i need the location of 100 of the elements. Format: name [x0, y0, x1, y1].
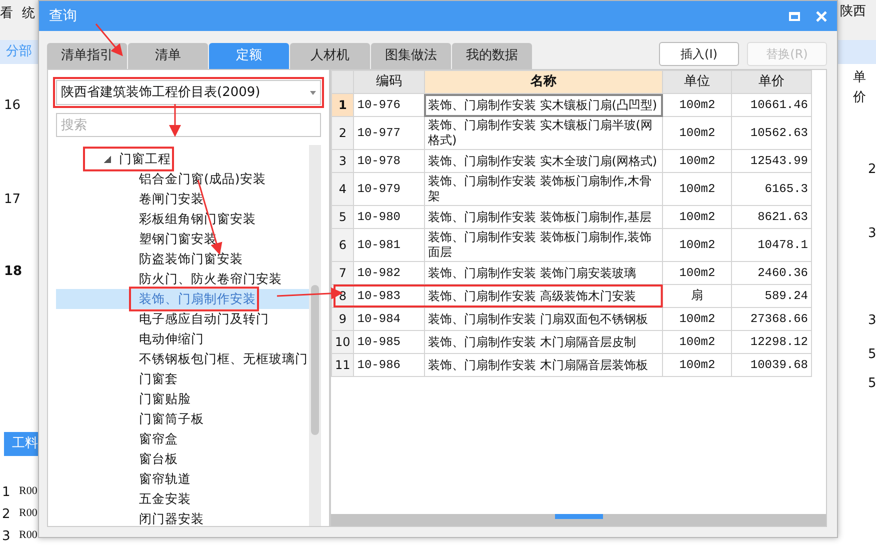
- table-cell: 100m2: [662, 150, 732, 172]
- table-cell: 装饰、门扇制作安装 实木镶板门扇半玻(网格式): [424, 116, 663, 150]
- table-cell: 10562.63: [732, 116, 812, 150]
- tab[interactable]: 清单指引: [47, 43, 127, 69]
- table-cell: 27368.66: [732, 308, 812, 330]
- table-cell: 6165.3: [732, 172, 812, 206]
- column-header: 单价: [853, 69, 867, 106]
- tree-item[interactable]: 闭门器安装: [139, 510, 204, 528]
- table-cell: 装饰、门扇制作安装 门扇双面包不锈钢板: [424, 308, 663, 330]
- tree-item[interactable]: 门窗工程: [119, 150, 171, 168]
- table-cell: 100m2: [662, 262, 732, 284]
- tree-item[interactable]: 五金安装: [139, 490, 191, 508]
- row-number: 7: [332, 262, 354, 284]
- column-header[interactable]: 名称: [424, 70, 663, 94]
- row-number: 1: [332, 94, 354, 116]
- table-cell-text: 3: [868, 312, 876, 330]
- table-cell-text: 5: [868, 346, 876, 364]
- table-cell: 装饰、门扇制作安装 装饰门扇安装玻璃: [424, 262, 663, 284]
- table-cell: 装饰、门扇制作安装 装饰板门扇制作,木骨架: [424, 172, 663, 206]
- tab[interactable]: 清单: [128, 43, 208, 69]
- tab[interactable]: 我的数据: [452, 43, 532, 69]
- table-cell: 100m2: [662, 308, 732, 330]
- table-cell-text: R00: [19, 484, 38, 499]
- table-cell: 12298.12: [732, 330, 812, 354]
- table-cell-text: 2: [868, 161, 876, 179]
- table-cell-text: 5: [868, 375, 876, 393]
- row-number: 2: [332, 116, 354, 150]
- tree-item[interactable]: 窗帘盒: [139, 430, 178, 448]
- table-cell-text: 3: [868, 225, 876, 243]
- table-cell: 10039.68: [732, 354, 812, 376]
- table-cell: 10478.1: [732, 228, 812, 262]
- table-cell: 装饰、门扇制作安装 装饰板门扇制作,装饰面层: [424, 228, 663, 262]
- table-cell: 10-982: [354, 262, 424, 284]
- maximize-icon[interactable]: [789, 12, 800, 20]
- row-number: 3: [2, 528, 10, 546]
- table-cell: 10-980: [354, 206, 424, 228]
- scrollbar-thumb[interactable]: [311, 285, 319, 435]
- table-cell-text: R00: [19, 506, 38, 521]
- table-cell: 装饰、门扇制作安装 实木镶板门扇(凸凹型): [424, 94, 663, 116]
- search-field[interactable]: 搜索: [56, 113, 321, 137]
- row-number: 1: [2, 484, 10, 502]
- column-header[interactable]: 编码: [354, 70, 424, 94]
- tree-item[interactable]: 窗帘轨道: [139, 470, 191, 488]
- table-cell: 扇: [662, 284, 732, 308]
- annotation-arrow: [169, 104, 181, 137]
- window-title: 查询: [49, 6, 78, 26]
- column-header[interactable]: 单价: [732, 70, 812, 94]
- column-header[interactable]: 单位: [662, 70, 732, 94]
- tree-item[interactable]: 门窗贴脸: [139, 390, 191, 408]
- table-cell: 10-978: [354, 150, 424, 172]
- row-number: 4: [332, 172, 354, 206]
- row-number: 11: [332, 354, 354, 376]
- library-dropdown[interactable]: 陕西省建筑装饰工程价目表(2009): [56, 80, 321, 105]
- table-cell: 100m2: [662, 330, 732, 354]
- table-cell: 589.24: [732, 284, 812, 308]
- tree-item[interactable]: 门窗筒子板: [139, 410, 204, 428]
- table-cell: 100m2: [662, 172, 732, 206]
- table-cell: 装饰、门扇制作安装 木门扇隔音层装饰板: [424, 354, 663, 376]
- menu-item[interactable]: 统: [22, 4, 35, 24]
- menu-item[interactable]: 看: [0, 4, 13, 24]
- tree-item[interactable]: 电动伸缩门: [139, 330, 204, 348]
- row-number: 10: [332, 330, 354, 354]
- tree-item[interactable]: 卷闸门安装: [139, 190, 204, 208]
- tab[interactable]: 人材机: [290, 43, 370, 69]
- tree-item[interactable]: 窗台板: [139, 450, 178, 468]
- table-cell: 10-981: [354, 228, 424, 262]
- table-cell: 100m2: [662, 354, 732, 376]
- table-cell: 100m2: [662, 116, 732, 150]
- table-cell: 12543.99: [732, 150, 812, 172]
- row-number: 6: [332, 228, 354, 262]
- tree-item[interactable]: 不锈钢板包门框、无框玻璃门: [139, 350, 308, 368]
- table-cell: 100m2: [662, 228, 732, 262]
- tree-item[interactable]: 门窗套: [139, 370, 178, 388]
- table-cell: 装饰、门扇制作安装 木门扇隔音层皮制: [424, 330, 663, 354]
- table-cell: 10-984: [354, 308, 424, 330]
- table-cell: 10-979: [354, 172, 424, 206]
- table-cell: 10661.46: [732, 94, 812, 116]
- tree-item[interactable]: 铝合金门窗(成品)安装: [139, 170, 266, 188]
- table-cell: 10-983: [354, 284, 424, 308]
- scrollbar-thumb[interactable]: [554, 514, 602, 519]
- tree-item[interactable]: 电子感应自动门及转门: [139, 310, 269, 328]
- table-cell: 2460.36: [732, 262, 812, 284]
- table-cell-text: R00: [19, 528, 38, 543]
- close-icon[interactable]: [816, 10, 827, 22]
- table-cell: 10-977: [354, 116, 424, 150]
- insert-button[interactable]: 插入(I): [659, 42, 739, 66]
- table-cell: 100m2: [662, 206, 732, 228]
- tree-item[interactable]: 防盗装饰门窗安装: [139, 250, 243, 268]
- tab[interactable]: 图集做法: [371, 43, 451, 69]
- row-number: 17: [4, 191, 21, 209]
- row-number: 9: [332, 308, 354, 330]
- tree-item[interactable]: 防火门、防火卷帘门安装: [139, 270, 282, 288]
- region-label: 陕西: [840, 3, 866, 21]
- table-cell: 8621.63: [732, 206, 812, 228]
- table-cell: 100m2: [662, 94, 732, 116]
- row-number: 5: [332, 206, 354, 228]
- row-number: 18: [4, 263, 22, 281]
- table-cell: 装饰、门扇制作安装 装饰板门扇制作,基层: [424, 206, 663, 228]
- row-number: 16: [4, 97, 21, 115]
- table-cell: 10-986: [354, 354, 424, 376]
